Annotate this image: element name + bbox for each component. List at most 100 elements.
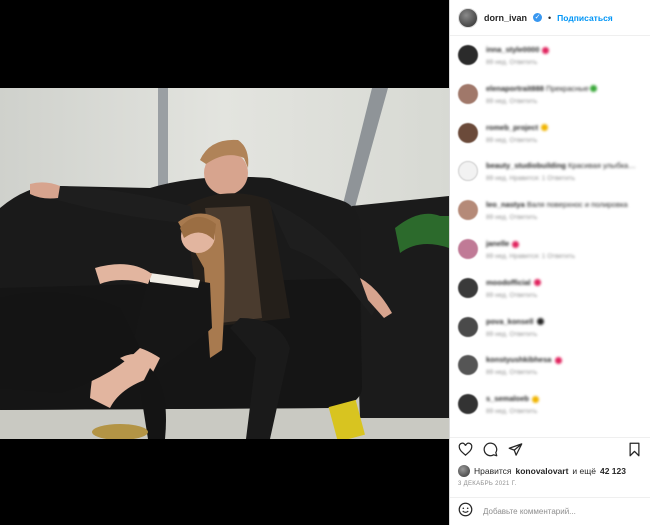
comment-time: 89 нед. <box>486 214 508 222</box>
comment-meta: 89 нед. Ответить <box>486 292 642 299</box>
comment-body: romeb_project 89 нед. Ответить <box>486 123 642 144</box>
emoji-icon <box>542 46 550 54</box>
separator-dot: • <box>548 12 552 23</box>
liker-username[interactable]: konovalovart <box>516 466 569 476</box>
author-username[interactable]: dorn_ivan <box>484 13 527 23</box>
send-icon[interactable] <box>508 442 523 457</box>
commenter-avatar[interactable] <box>458 394 478 415</box>
commenter-avatar[interactable] <box>458 238 478 259</box>
author-avatar[interactable] <box>458 7 478 28</box>
commenter-username[interactable]: konstyushkibhesa <box>486 355 551 364</box>
comment-meta: 89 нед. Нравится: 1 Ответить <box>486 253 642 260</box>
add-comment-bar <box>450 497 650 525</box>
comment-time: 89 нед. <box>486 252 508 260</box>
comment-body: janelle 89 нед. Нравится: 1 Ответить <box>486 239 642 260</box>
commenter-username[interactable]: inna_style0000 <box>486 45 539 54</box>
commenter-username[interactable]: romeb_project <box>486 123 538 132</box>
comment-text: leo_nastya Валя поверхнос и полировка <box>486 200 642 209</box>
comment-item: elenaportrait888 Прекрасные 89 нед. Ответ… <box>458 83 642 123</box>
commenter-avatar[interactable] <box>458 277 478 298</box>
commenter-username[interactable]: elenaportrait888 <box>486 84 544 93</box>
reply-button[interactable]: Ответить <box>510 331 538 338</box>
reply-button[interactable]: Ответить <box>510 98 538 105</box>
commenter-avatar[interactable] <box>458 200 478 221</box>
commenter-username[interactable]: beauty_studiobuilding <box>486 161 566 170</box>
comment-text: beauty_studiobuilding Красивая улыбка… <box>486 161 642 170</box>
comment-text: elenaportrait888 Прекрасные <box>486 84 642 93</box>
comment-time: 89 нед. <box>486 97 508 105</box>
comment-meta: 89 нед. Ответить <box>486 137 642 144</box>
heart-icon[interactable] <box>458 442 473 457</box>
comment-meta: 89 нед. Ответить <box>486 369 642 376</box>
emoji-icon <box>532 395 540 403</box>
comment-message: Валя поверхнос и полировка <box>526 200 628 210</box>
smiley-icon[interactable] <box>458 502 473 522</box>
commenter-username[interactable]: leo_nastya <box>486 200 525 209</box>
commenter-username[interactable]: pova_konsell <box>486 317 534 326</box>
commenter-avatar[interactable] <box>458 161 478 182</box>
post-modal: dorn_ivan ✓ • Подписаться inna_style0000… <box>0 0 650 525</box>
emoji-icon <box>541 124 549 132</box>
commenter-avatar[interactable] <box>458 122 478 143</box>
comment-time: 89 нед. <box>486 136 508 144</box>
commenter-username[interactable]: janelle <box>486 239 509 248</box>
post-date: 3 ДЕКАБРЬ 2021 Г. <box>458 481 517 487</box>
emoji-icon <box>589 85 597 93</box>
comment-meta: 89 нед. Ответить <box>486 408 642 415</box>
reply-button[interactable]: Ответить <box>510 292 538 299</box>
comment-time: 89 нед. <box>486 330 508 338</box>
comment-item: s_semaloeb 89 нед. Ответить <box>458 394 642 433</box>
comment-time: 89 нед. <box>486 59 508 66</box>
comment-meta: 89 нед. Ответить <box>486 331 642 338</box>
comment-item: pova_konsell 89 нед. Ответить <box>458 316 642 356</box>
comment-text: moodofficial <box>486 278 642 287</box>
reply-button[interactable]: Ответить <box>510 59 538 66</box>
likes-prefix: Нравится <box>474 466 512 476</box>
follow-button[interactable]: Подписаться <box>557 13 613 23</box>
comment-time: 89 нед. <box>486 408 508 416</box>
comment-time: 89 нед. <box>486 175 508 183</box>
comment-item: romeb_project 89 нед. Ответить <box>458 122 642 162</box>
liker-avatar[interactable] <box>458 465 470 477</box>
comment-icon[interactable] <box>483 442 498 457</box>
action-bar <box>450 437 650 461</box>
comment-time: 89 нед. <box>486 369 508 377</box>
comments-list[interactable]: inna_style0000 89 нед. Ответить elenaport… <box>450 37 650 435</box>
comment-body: leo_nastya Валя поверхнос и полировка 89 … <box>486 200 642 221</box>
reply-button[interactable]: Нравится: 1 Ответить <box>510 253 576 260</box>
comment-meta: 89 нед. Ответить <box>486 98 642 105</box>
comment-item: konstyushkibhesa 89 нед. Ответить <box>458 355 642 394</box>
reply-button[interactable]: Ответить <box>510 408 538 415</box>
comment-item: moodofficial 89 нед. Ответить <box>458 277 642 317</box>
reply-button[interactable]: Ответить <box>510 137 538 144</box>
comment-body: beauty_studiobuilding Красивая улыбка… 89… <box>486 161 642 182</box>
commenter-avatar[interactable] <box>458 83 478 104</box>
reply-button[interactable]: Ответить <box>510 214 538 221</box>
likes-suffix: и ещё <box>572 466 596 476</box>
comment-body: konstyushkibhesa 89 нед. Ответить <box>486 355 642 376</box>
commenter-avatar[interactable] <box>458 45 478 65</box>
comment-text: romeb_project <box>486 123 642 132</box>
reply-button[interactable]: Ответить <box>510 369 538 376</box>
commenter-username[interactable]: s_semaloeb <box>486 394 529 403</box>
verified-icon: ✓ <box>533 13 543 22</box>
post-header: dorn_ivan ✓ • Подписаться <box>450 0 650 36</box>
likes-count[interactable]: 42 123 <box>600 466 626 476</box>
comment-body: elenaportrait888 Прекрасные 89 нед. Ответ… <box>486 84 642 105</box>
bookmark-icon[interactable] <box>627 442 642 457</box>
emoji-icon <box>512 240 520 248</box>
commenter-avatar[interactable] <box>458 355 478 376</box>
comment-meta: 89 нед. Ответить <box>486 59 642 66</box>
comment-meta: 89 нед. Нравится: 1 Ответить <box>486 175 642 182</box>
reply-button[interactable]: Нравится: 1 Ответить <box>510 175 576 182</box>
comment-text: s_semaloeb <box>486 394 642 403</box>
likes-line: Нравится konovalovart и ещё 42 123 <box>458 465 626 477</box>
commenter-avatar[interactable] <box>458 316 478 337</box>
comment-body: s_semaloeb 89 нед. Ответить <box>486 394 642 415</box>
commenter-username[interactable]: moodofficial <box>486 278 531 287</box>
comment-text: pova_konsell <box>486 317 642 326</box>
post-photo[interactable] <box>0 88 449 439</box>
emoji-icon <box>536 318 544 326</box>
comment-input[interactable] <box>483 507 633 516</box>
comment-item: leo_nastya Валя поверхнос и полировка 89 … <box>458 200 642 239</box>
